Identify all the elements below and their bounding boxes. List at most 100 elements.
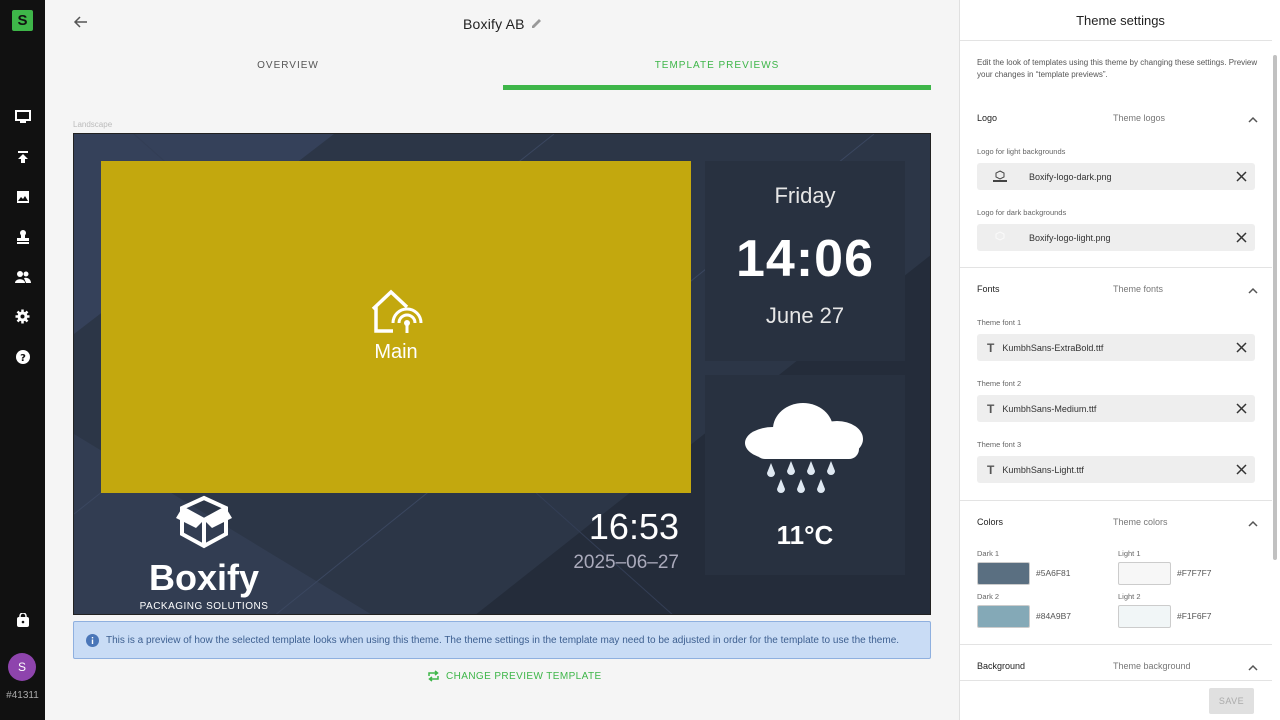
box-logo-icon [176,495,232,549]
edit-pencil-icon[interactable] [531,16,542,32]
tab-overview[interactable]: OVERVIEW [73,60,503,90]
widget-date: June 27 [765,303,845,328]
widget-time: 14:06 [736,230,874,288]
dark1-hex: #5A6F81 [1036,568,1071,578]
chevron-up-icon[interactable] [1248,283,1258,294]
broadcast-home-icon [371,289,423,333]
gear-icon[interactable] [12,306,33,327]
change-preview-template-button[interactable]: CHANGE PREVIEW TEMPLATE [427,670,602,682]
app-logo[interactable]: S [12,10,33,31]
logo-dark-label: Logo for dark backgrounds [977,208,1067,217]
logo-section-subtitle: Theme logos [1113,113,1166,123]
monitor-icon[interactable] [12,106,33,127]
temperature: 11°C [776,520,834,550]
brand-name: Boxify [148,557,260,598]
colors-section-subtitle: Theme colors [1113,517,1168,527]
main-content: Boxify AB OVERVIEW TEMPLATE PREVIEWS Lan… [45,0,958,720]
chevron-up-icon[interactable] [1248,112,1258,123]
font-3-field[interactable]: T KumbhSans-Light.ttf [977,456,1255,483]
light2-swatch[interactable] [1118,605,1171,628]
bag-icon[interactable] [12,610,33,631]
light1-hex: #F7F7F7 [1177,568,1212,578]
account-id: #41311 [6,690,39,701]
preview-date: 2025–06–27 [573,552,679,573]
main-zone-label: Main [374,341,418,363]
image-icon[interactable] [12,186,33,207]
colors-section-title: Colors [977,517,1004,527]
boxify-logo-light-thumb-icon [987,230,1013,245]
save-button[interactable]: SAVE [1209,688,1254,714]
upload-icon[interactable] [12,146,33,167]
app-sidebar: S ? S #41311 [0,0,45,720]
help-icon[interactable]: ? [12,346,33,367]
orientation-label: Landscape [73,120,113,129]
divider [960,500,1272,501]
weekday: Friday [774,183,836,208]
font-1-filename: KumbhSans-ExtraBold.ttf [1002,342,1104,353]
light2-hex: #F1F6F7 [1177,611,1212,621]
dark1-label: Dark 1 [977,549,1000,558]
theme-settings-panel: Theme settings Edit the look of template… [959,0,1280,720]
close-icon[interactable] [1236,232,1247,243]
logo-dark-field[interactable]: Boxify-logo-light.png [977,224,1255,251]
page-title: Boxify AB [463,16,525,32]
text-icon: T [987,340,995,355]
background-section-subtitle: Theme background [1113,661,1191,671]
svg-text:?: ? [20,353,26,364]
brand-logo: Boxify PACKAGING SOLUTIONS [129,494,279,612]
panel-scrollbar[interactable] [1273,55,1277,560]
close-icon[interactable] [1236,171,1247,182]
preview-clock: 16:53 [588,506,679,547]
light2-label: Light 2 [1118,592,1141,601]
font-2-filename: KumbhSans-Medium.ttf [1002,403,1097,414]
panel-title: Theme settings [1076,13,1165,28]
info-text: This is a preview of how the selected te… [106,634,900,646]
font-1-label: Theme font 1 [977,318,1022,327]
close-icon[interactable] [1236,403,1247,414]
chevron-up-icon[interactable] [1248,516,1258,527]
font-2-label: Theme font 2 [977,379,1022,388]
light1-swatch[interactable] [1118,562,1171,585]
logo-light-filename: Boxify-logo-dark.png [1029,171,1112,182]
divider [960,267,1272,268]
close-icon[interactable] [1236,464,1247,475]
font-2-field[interactable]: T KumbhSans-Medium.ttf [977,395,1255,422]
dark2-swatch[interactable] [977,605,1030,628]
avatar[interactable]: S [8,653,36,681]
info-icon [86,633,99,647]
dark2-hex: #84A9B7 [1036,611,1071,621]
stamp-icon[interactable] [12,226,33,247]
logo-dark-filename: Boxify-logo-light.png [1029,232,1111,243]
change-preview-template-label: CHANGE PREVIEW TEMPLATE [446,670,602,682]
info-banner: This is a preview of how the selected te… [73,621,931,659]
background-section-title: Background [977,661,1026,671]
light1-label: Light 1 [1118,549,1141,558]
boxify-logo-thumb-icon [987,169,1013,184]
logo-light-field[interactable]: Boxify-logo-dark.png [977,163,1255,190]
text-icon: T [987,462,995,477]
font-3-filename: KumbhSans-Light.ttf [1002,464,1084,475]
users-icon[interactable] [12,266,33,287]
font-1-field[interactable]: T KumbhSans-ExtraBold.ttf [977,334,1255,361]
logo-light-label: Logo for light backgrounds [977,147,1066,156]
panel-description: Edit the look of templates using this th… [977,58,1258,79]
template-preview: Main Friday 14:06 June 27 11°C Boxify PA… [73,133,931,615]
brand-tagline: PACKAGING SOLUTIONS [139,601,269,612]
divider [960,644,1272,645]
font-3-label: Theme font 3 [977,440,1022,449]
chevron-up-icon[interactable] [1248,660,1258,671]
main-zone: Main [101,161,691,493]
fonts-section-subtitle: Theme fonts [1113,284,1164,294]
repeat-icon [428,670,439,682]
dark1-swatch[interactable] [977,562,1030,585]
back-arrow-icon[interactable] [73,14,93,34]
tab-template-previews[interactable]: TEMPLATE PREVIEWS [503,60,931,90]
rain-cloud-icon [745,403,863,493]
text-icon: T [987,401,995,416]
divider [960,680,1272,681]
weather-widget: 11°C [705,375,905,575]
fonts-section-title: Fonts [977,284,1000,294]
close-icon[interactable] [1236,342,1247,353]
dark2-label: Dark 2 [977,592,1000,601]
page-title-group: Boxify AB [463,16,542,32]
